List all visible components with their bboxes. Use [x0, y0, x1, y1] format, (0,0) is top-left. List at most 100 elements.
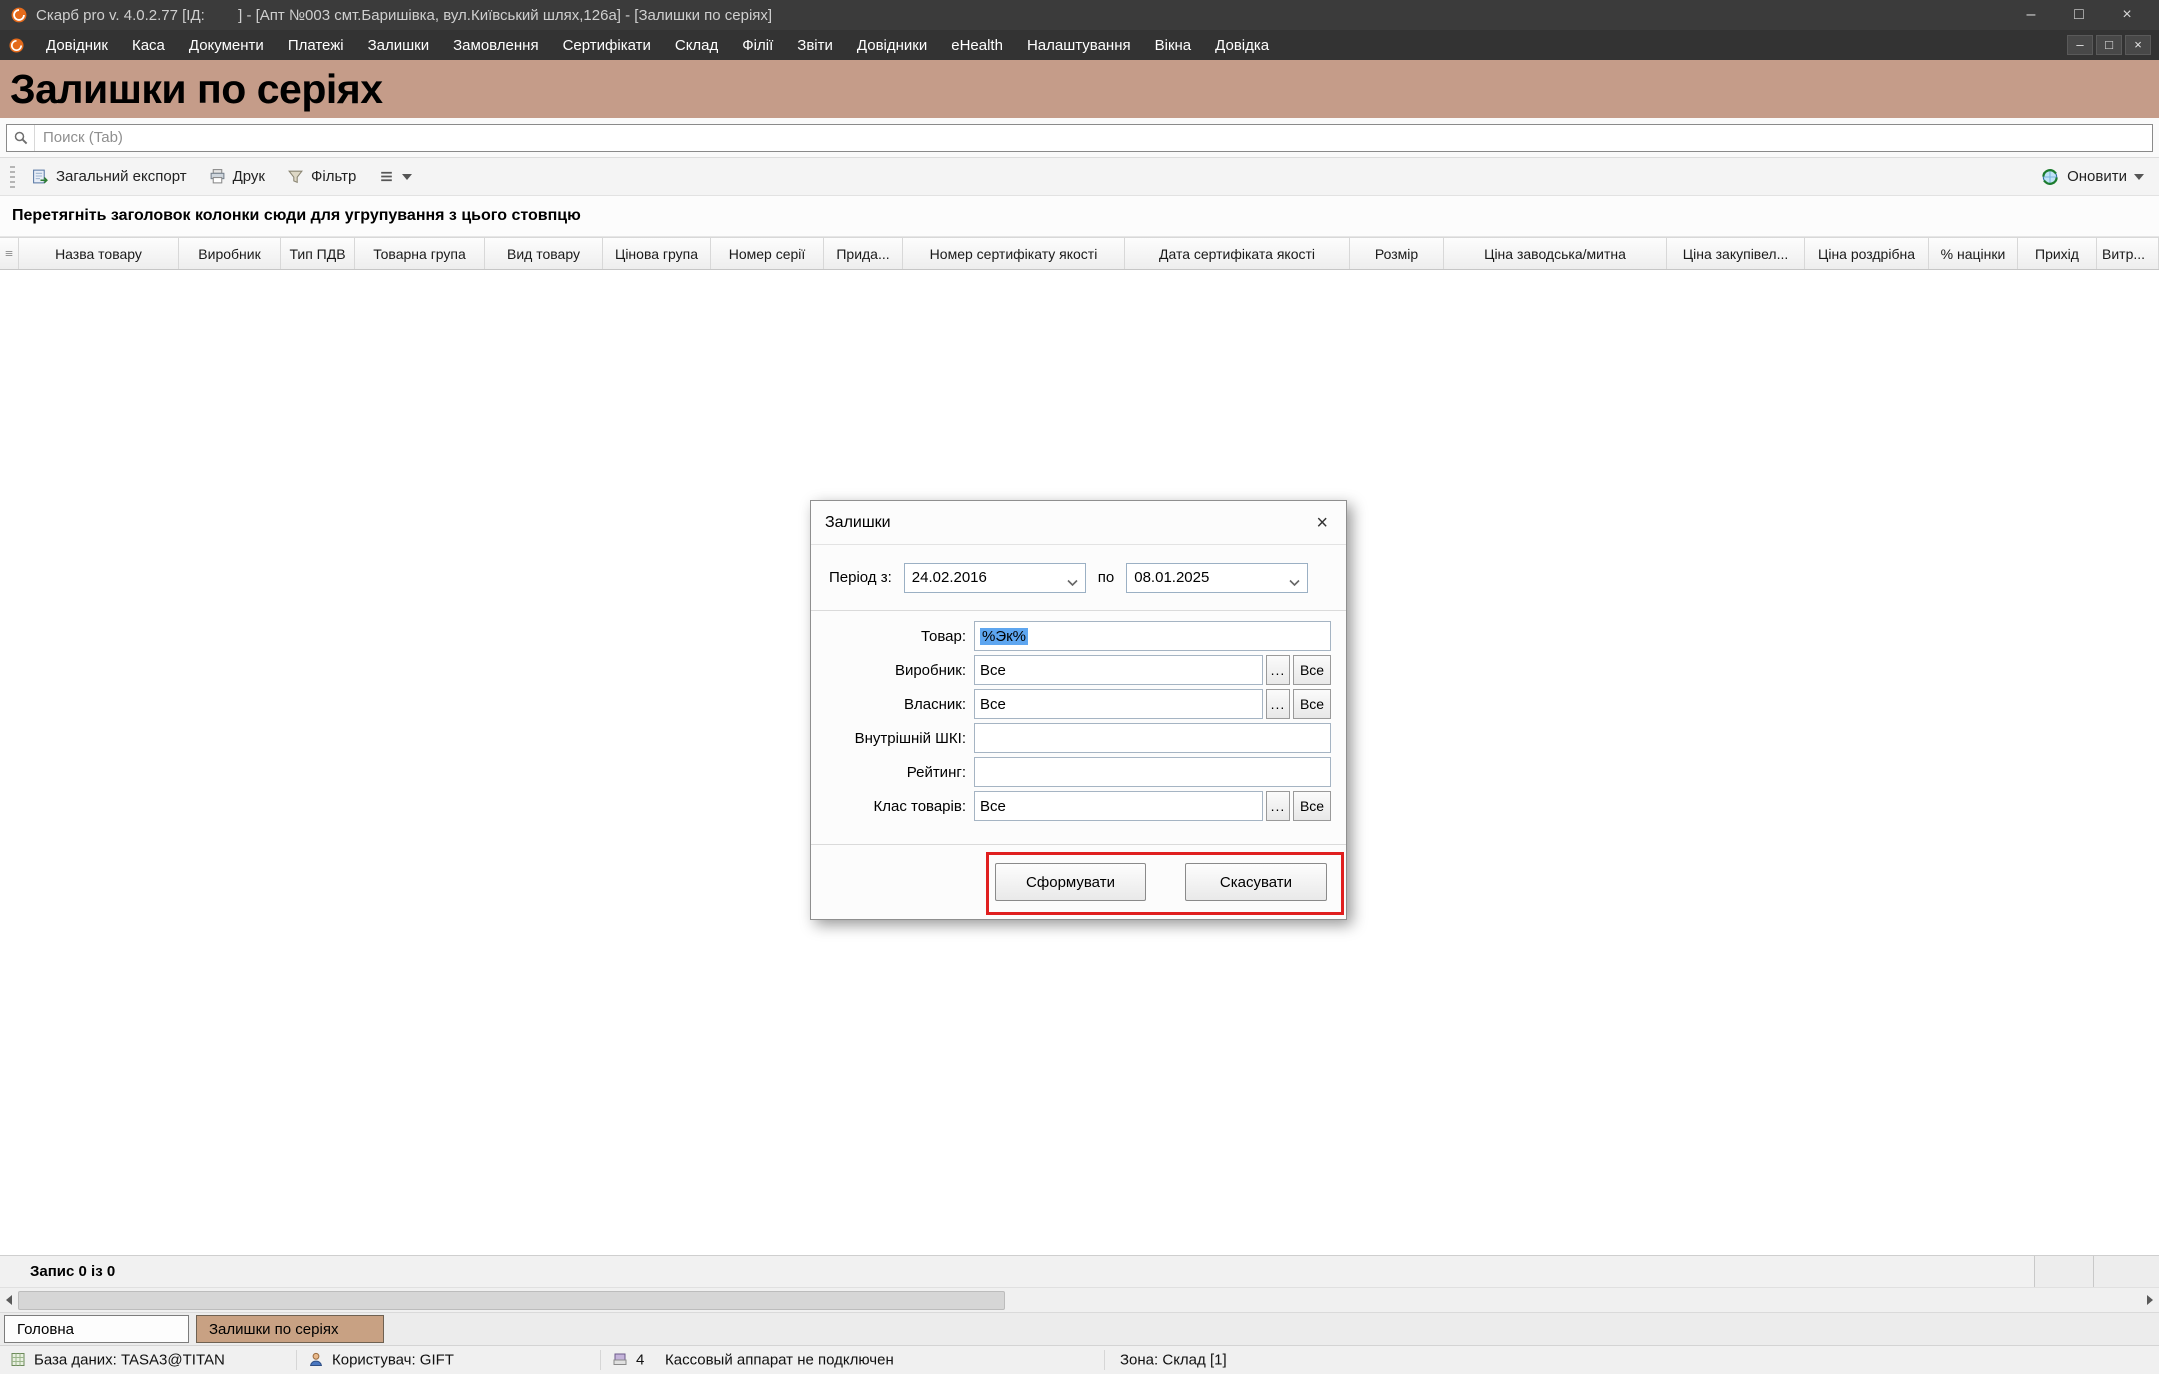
col-tsina-zavodska[interactable]: Ціна заводська/митна	[1444, 238, 1667, 269]
tovar-input[interactable]: %Эк%	[974, 621, 1331, 651]
mdi-restore-button[interactable]: □	[2096, 35, 2122, 55]
field-row-tovar: Товар: %Эк%	[826, 621, 1331, 651]
col-tovarna-hrupa[interactable]: Товарна група	[355, 238, 485, 269]
klas-tovariv-input[interactable]: Все	[974, 791, 1263, 821]
scrollbar-thumb[interactable]	[18, 1291, 1005, 1310]
status-bar: База даних: TASA3@TITAN Користувач: GIFT…	[0, 1345, 2159, 1374]
period-to-combobox[interactable]: 08.01.2025	[1126, 563, 1308, 593]
menu-item-nalashtuvannia[interactable]: Налаштування	[1016, 33, 1142, 58]
cash-status-text: Кассовый аппарат не подключен	[665, 1352, 894, 1369]
print-button[interactable]: Друк	[200, 162, 274, 191]
col-rozmir[interactable]: Розмір	[1350, 238, 1444, 269]
user-status-text: Користувач: GIFT	[332, 1352, 454, 1369]
period-from-combobox[interactable]: 24.02.2016	[904, 563, 1086, 593]
col-vyd-tovaru[interactable]: Вид товару	[485, 238, 603, 269]
mdi-close-button[interactable]: ×	[2125, 35, 2151, 55]
filter-button[interactable]: Фільтр	[278, 162, 365, 191]
zone-status: Зона: Склад [1]	[1120, 1352, 1227, 1369]
tab-zalyshky-po-seriiakh[interactable]: Залишки по серіях	[196, 1315, 384, 1343]
scroll-right-arrow[interactable]	[2141, 1288, 2159, 1312]
col-tsinova-hrupa[interactable]: Цінова група	[603, 238, 711, 269]
col-prykhid[interactable]: Прихід	[2018, 238, 2097, 269]
vlasnyk-browse-button[interactable]: ...	[1266, 689, 1290, 719]
menu-item-filii[interactable]: Філії	[731, 33, 784, 58]
bottom-tabs: Головна Залишки по серіях	[0, 1312, 2159, 1345]
filter-icon	[287, 168, 304, 185]
close-button[interactable]: ×	[2105, 6, 2149, 24]
grouping-bar[interactable]: Перетягніть заголовок колонки сюди для у…	[0, 196, 2159, 237]
menu-item-zamovlennia[interactable]: Замовлення	[442, 33, 549, 58]
skasuvaty-button[interactable]: Скасувати	[1185, 863, 1327, 901]
record-count-text: Запис 0 із 0	[30, 1263, 115, 1280]
vyrobnyk-input[interactable]: Все	[974, 655, 1263, 685]
database-status: База даних: TASA3@TITAN	[10, 1352, 225, 1369]
vyrobnyk-all-button[interactable]: Все	[1293, 655, 1331, 685]
tovar-label: Товар:	[826, 628, 974, 645]
record-count-row: Запис 0 із 0	[0, 1255, 2159, 1287]
tovar-selected-text: %Эк%	[980, 628, 1028, 645]
col-tsina-zakupivelna[interactable]: Ціна закупівел...	[1667, 238, 1805, 269]
menu-item-vikna[interactable]: Вікна	[1144, 33, 1203, 58]
dialog-close-button[interactable]: ×	[1312, 511, 1332, 535]
klas-tovariv-all-button[interactable]: Все	[1293, 791, 1331, 821]
menu-item-zalyshky[interactable]: Залишки	[357, 33, 441, 58]
field-row-vlasnyk: Власник: Все ... Все	[826, 689, 1331, 719]
refresh-button-label: Оновити	[2067, 168, 2127, 185]
vnutrishnii-shki-input[interactable]	[974, 723, 1331, 753]
menu-item-sklad[interactable]: Склад	[664, 33, 729, 58]
col-prydatnist[interactable]: Прида...	[824, 238, 903, 269]
horizontal-scrollbar[interactable]	[0, 1287, 2159, 1312]
menu-item-dokumenty[interactable]: Документи	[178, 33, 275, 58]
col-tsina-rozdribna[interactable]: Ціна роздрібна	[1805, 238, 1929, 269]
user-status: Користувач: GIFT	[308, 1352, 454, 1369]
view-options-button[interactable]	[369, 162, 421, 191]
field-row-vyrobnyk: Виробник: Все ... Все	[826, 655, 1331, 685]
menu-item-dovidnyky[interactable]: Довідники	[846, 33, 938, 58]
col-nomer-serii[interactable]: Номер серії	[711, 238, 824, 269]
menu-item-sertyfikaty[interactable]: Сертифікати	[552, 33, 662, 58]
vyrobnyk-browse-button[interactable]: ...	[1266, 655, 1290, 685]
reitynh-input[interactable]	[974, 757, 1331, 787]
filter-button-label: Фільтр	[311, 168, 356, 185]
sformuvaty-button[interactable]: Сформувати	[995, 863, 1146, 901]
vyrobnyk-label: Виробник:	[826, 662, 974, 679]
menu-item-platezhi[interactable]: Платежі	[277, 33, 355, 58]
export-button[interactable]: Загальний експорт	[23, 162, 196, 191]
tab-holovna[interactable]: Головна	[4, 1315, 189, 1343]
record-row-cell	[2034, 1256, 2093, 1287]
statusbar-separator	[296, 1350, 297, 1370]
period-to-label: по	[1098, 569, 1114, 586]
mdi-minimize-button[interactable]: –	[2067, 35, 2093, 55]
vlasnyk-all-button[interactable]: Все	[1293, 689, 1331, 719]
vlasnyk-input[interactable]: Все	[974, 689, 1263, 719]
mdi-window-controls: – □ ×	[2067, 35, 2151, 55]
menu-item-zvity[interactable]: Звіти	[786, 33, 844, 58]
vyrobnyk-value: Все	[980, 662, 1006, 679]
col-vytraty[interactable]: Витр...	[2097, 238, 2159, 269]
grouping-bar-text: Перетягніть заголовок колонки сюди для у…	[12, 207, 581, 225]
klas-tovariv-value: Все	[980, 798, 1006, 815]
field-row-vnutrishnii-shki: Внутрішній ШКІ:	[826, 723, 1331, 753]
zone-status-text: Зона: Склад [1]	[1120, 1352, 1227, 1369]
col-vyrobnyk[interactable]: Виробник	[179, 238, 281, 269]
search-input[interactable]	[35, 129, 2152, 146]
search-icon	[7, 125, 35, 151]
toolbar-grip	[10, 166, 15, 188]
menu-item-dovidka[interactable]: Довідка	[1204, 33, 1280, 58]
klas-tovariv-browse-button[interactable]: ...	[1266, 791, 1290, 821]
menu-item-dovidnyk[interactable]: Довідник	[35, 33, 119, 58]
col-data-sertyfikata[interactable]: Дата сертифіката якості	[1125, 238, 1350, 269]
column-chooser-icon[interactable]	[0, 238, 19, 269]
refresh-button[interactable]: Оновити	[2031, 161, 2153, 193]
col-natsinka[interactable]: % націнки	[1929, 238, 2018, 269]
minimize-button[interactable]: –	[2009, 6, 2053, 24]
scroll-left-arrow[interactable]	[0, 1288, 18, 1312]
col-typ-pdv[interactable]: Тип ПДВ	[281, 238, 355, 269]
search-box[interactable]	[6, 124, 2153, 152]
maximize-button[interactable]: □	[2057, 6, 2101, 24]
col-nazva-tovaru[interactable]: Назва товару	[19, 238, 179, 269]
database-status-text: База даних: TASA3@TITAN	[34, 1352, 225, 1369]
col-nomer-sertyfikatu[interactable]: Номер сертифікату якості	[903, 238, 1125, 269]
menu-item-kasa[interactable]: Каса	[121, 33, 176, 58]
menu-item-ehealth[interactable]: eHealth	[940, 33, 1014, 58]
